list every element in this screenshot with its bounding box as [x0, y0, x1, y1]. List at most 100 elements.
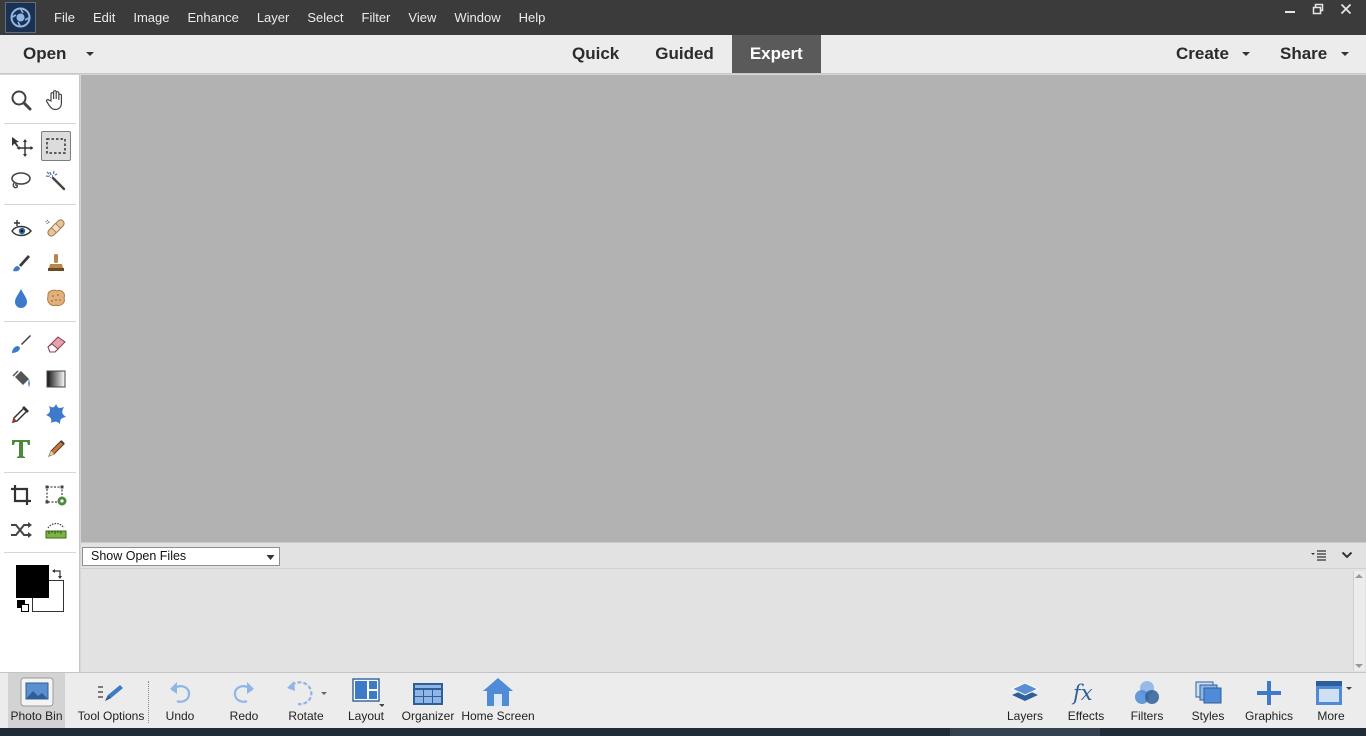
graphics-button[interactable]: Graphics [1240, 673, 1298, 729]
create-button[interactable]: Create [1176, 35, 1229, 73]
filters-button[interactable]: Filters [1124, 673, 1170, 729]
canvas-area[interactable] [81, 75, 1366, 542]
eraser-tool[interactable] [41, 329, 71, 359]
bin-view-select[interactable]: Show Open Files [82, 547, 280, 566]
open-dropdown-icon[interactable] [85, 50, 95, 58]
content-aware-move-tool[interactable] [6, 515, 36, 545]
layout-button[interactable]: Layout [344, 673, 388, 729]
pencil-tool[interactable] [41, 434, 71, 464]
undo-button[interactable]: Undo [158, 673, 202, 729]
rotate-button[interactable]: Rotate [283, 673, 329, 729]
styles-button[interactable]: Styles [1185, 673, 1231, 729]
eyedropper-tool[interactable] [6, 399, 36, 429]
rotate-label: Rotate [288, 709, 324, 723]
scroll-down-icon[interactable] [1354, 662, 1364, 670]
tool-options-button[interactable]: Tool Options [74, 673, 148, 729]
layers-icon [1010, 682, 1040, 701]
gradient-tool[interactable] [41, 364, 71, 394]
photo-bin-label: Photo Bin [10, 709, 63, 723]
home-screen-button[interactable]: Home Screen [459, 673, 537, 729]
lasso-icon [11, 172, 31, 189]
menu-filter[interactable]: Filter [353, 0, 400, 35]
redo-label: Redo [229, 709, 259, 723]
clone-stamp-tool[interactable] [41, 248, 71, 278]
type-tool[interactable] [6, 434, 36, 464]
default-colors-icon[interactable] [17, 600, 30, 613]
effects-button[interactable]: fx Effects [1063, 673, 1109, 729]
menu-image[interactable]: Image [124, 0, 178, 35]
photo-bin-content[interactable] [81, 569, 1366, 672]
hand-tool[interactable] [41, 85, 71, 115]
move-tool[interactable] [6, 131, 36, 161]
menu-file[interactable]: File [45, 0, 84, 35]
photo-bin-scrollbar[interactable] [1353, 571, 1365, 671]
foreground-color-swatch[interactable] [16, 565, 49, 598]
sponge-icon [47, 289, 65, 306]
crop-tool[interactable] [6, 480, 36, 510]
filters-label: Filters [1130, 709, 1164, 723]
menu-edit[interactable]: Edit [84, 0, 124, 35]
paint-bucket-tool[interactable] [6, 364, 36, 394]
menu-layer[interactable]: Layer [248, 0, 299, 35]
undo-label: Undo [165, 709, 195, 723]
close-button[interactable] [1332, 0, 1360, 18]
rectangular-marquee-tool[interactable] [41, 131, 71, 161]
quick-selection-tool[interactable] [41, 166, 71, 196]
brush-tool[interactable] [6, 329, 36, 359]
share-dropdown-icon[interactable] [1340, 50, 1350, 58]
plus-icon [1257, 681, 1281, 705]
share-button[interactable]: Share [1280, 35, 1327, 73]
menu-help[interactable]: Help [510, 0, 555, 35]
svg-text:fx: fx [1071, 681, 1093, 705]
redo-button[interactable]: Redo [222, 673, 266, 729]
custom-shape-icon [46, 404, 66, 424]
zoom-tool[interactable] [6, 85, 36, 115]
sponge-tool[interactable] [41, 283, 71, 313]
taskbar: Photo Bin Tool Options Undo Redo Rotate … [0, 672, 1366, 729]
zoom-icon [11, 90, 32, 111]
custom-shape-tool[interactable] [41, 399, 71, 429]
menu-window[interactable]: Window [445, 0, 509, 35]
title-bar: File Edit Image Enhance Layer Select Fil… [0, 0, 1366, 35]
smart-brush-tool[interactable] [6, 248, 36, 278]
home-screen-label: Home Screen [461, 709, 535, 723]
effects-label: Effects [1067, 709, 1105, 723]
layers-button[interactable]: Layers [1002, 673, 1048, 729]
minimize-button[interactable] [1276, 0, 1304, 18]
create-dropdown-icon[interactable] [1241, 50, 1251, 58]
menu-view[interactable]: View [399, 0, 445, 35]
layout-icon [352, 678, 384, 707]
blur-tool[interactable] [6, 283, 36, 313]
swap-colors-icon[interactable] [51, 568, 64, 581]
straighten-tool[interactable] [41, 515, 71, 545]
bin-select-value: Show Open Files [91, 549, 187, 563]
more-button[interactable]: More [1308, 673, 1354, 729]
content-aware-move-icon [11, 522, 32, 538]
collapse-panel-icon[interactable] [1341, 549, 1353, 561]
scroll-up-icon[interactable] [1354, 572, 1364, 580]
app-logo-icon[interactable] [5, 2, 36, 33]
stamp-icon [48, 254, 64, 271]
red-eye-removal-tool[interactable] [6, 213, 36, 243]
menu-enhance[interactable]: Enhance [179, 0, 248, 35]
photo-bin-button[interactable]: Photo Bin [8, 673, 65, 729]
lasso-tool[interactable] [6, 166, 36, 196]
organizer-button[interactable]: Organizer [400, 673, 456, 729]
organizer-label: Organizer [401, 709, 455, 723]
chevron-down-icon [266, 555, 275, 560]
photo-bin-icon [20, 677, 53, 707]
open-button[interactable]: Open [23, 35, 66, 73]
spot-healing-brush-tool[interactable] [41, 213, 71, 243]
recompose-tool[interactable] [41, 480, 71, 510]
restore-button[interactable] [1304, 0, 1332, 18]
menu-bar: File Edit Image Enhance Layer Select Fil… [45, 0, 554, 35]
tab-guided[interactable]: Guided [637, 35, 732, 73]
tab-expert[interactable]: Expert [731, 35, 821, 73]
tab-quick[interactable]: Quick [554, 35, 637, 73]
panel-menu-icon[interactable] [1311, 550, 1327, 562]
restore-icon [1312, 3, 1324, 15]
menu-select[interactable]: Select [298, 0, 352, 35]
eraser-icon [47, 336, 66, 353]
eye-icon [11, 220, 32, 237]
filters-icon [1135, 681, 1159, 704]
